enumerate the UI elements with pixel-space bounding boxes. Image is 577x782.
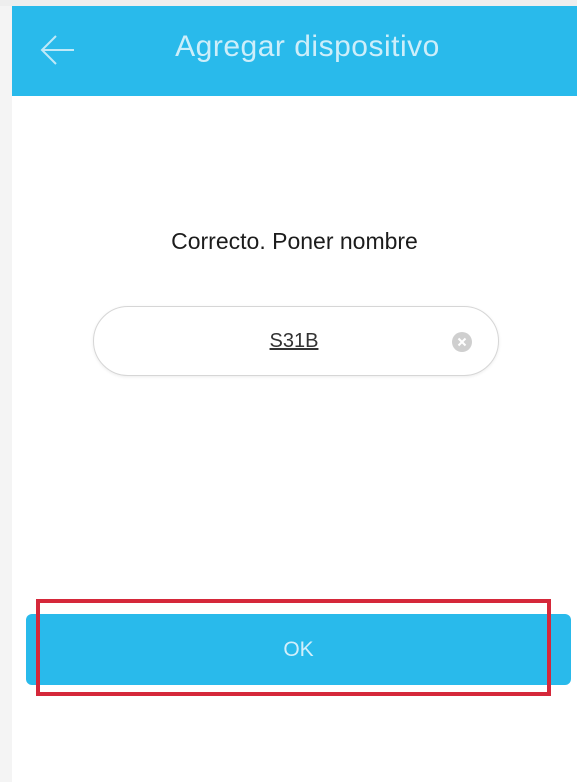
prompt-text: Correcto. Poner nombre: [171, 228, 418, 254]
device-name-input[interactable]: [154, 307, 434, 375]
main-content: Correcto. Poner nombre OK: [12, 96, 577, 782]
device-name-field: [93, 306, 499, 376]
clear-button[interactable]: [452, 332, 472, 352]
ok-button[interactable]: OK: [26, 614, 571, 685]
app-header: Agregar dispositivo: [12, 6, 577, 96]
page-title: Agregar dispositivo: [175, 30, 440, 63]
clear-circle-icon: [457, 337, 467, 347]
